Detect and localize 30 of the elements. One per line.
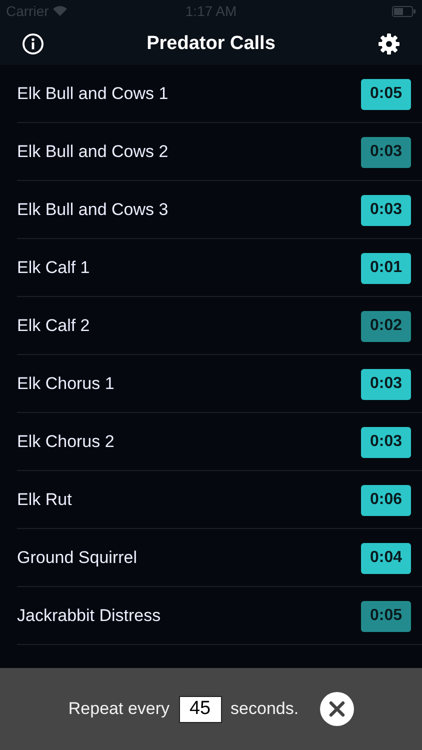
call-name[interactable]: Elk Calf 2 [17, 316, 90, 336]
duration-badge[interactable]: 0:03 [361, 194, 411, 226]
call-name[interactable]: Elk Bull and Cows 3 [17, 200, 168, 220]
duration-badge[interactable]: 0:01 [361, 252, 411, 284]
duration-badge[interactable]: 0:03 [361, 368, 411, 400]
call-name[interactable]: Elk Chorus 2 [17, 432, 114, 452]
duration-badge[interactable]: 0:03 [361, 426, 411, 458]
duration-badge[interactable]: 0:05 [361, 600, 411, 632]
call-name[interactable]: Elk Bull and Cows 1 [17, 84, 168, 104]
call-name[interactable]: Elk Bull and Cows 2 [17, 142, 168, 162]
call-name[interactable]: Jackrabbit Distress [17, 606, 161, 626]
close-button[interactable] [320, 692, 354, 726]
repeat-label: Repeat every [68, 699, 170, 719]
info-icon[interactable] [22, 32, 44, 54]
battery-icon [392, 6, 416, 16]
call-name[interactable]: Elk Chorus 1 [17, 374, 114, 394]
duration-badge[interactable]: 0:06 [361, 484, 411, 516]
call-name[interactable]: Ground Squirrel [17, 548, 138, 568]
seconds-input[interactable]: 45 [178, 696, 222, 722]
duration-badge[interactable]: 0:02 [361, 310, 411, 342]
wifi-icon [52, 6, 67, 16]
seconds-label: seconds. [230, 699, 299, 719]
settings-icon[interactable] [378, 32, 400, 54]
call-name[interactable]: Elk Rut [17, 490, 72, 510]
call-name[interactable]: Elk Calf 1 [17, 258, 90, 278]
duration-badge[interactable]: 0:03 [361, 136, 411, 168]
duration-badge[interactable]: 0:05 [361, 78, 411, 110]
screen-title: Predator Calls [146, 32, 276, 54]
close-icon[interactable] [328, 701, 345, 717]
duration-badge[interactable]: 0:04 [361, 542, 411, 574]
